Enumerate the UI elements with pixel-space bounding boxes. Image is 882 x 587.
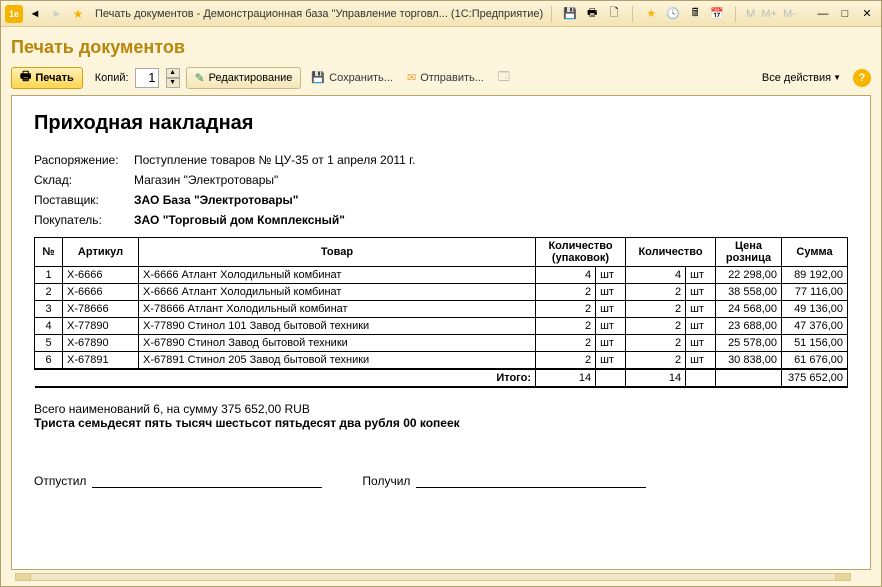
m-minus-button[interactable]: M-: [781, 8, 798, 20]
buyer-label: Покупатель:: [34, 213, 134, 227]
print-button-label: Печать: [35, 72, 73, 84]
print-icon[interactable]: 🖶: [582, 5, 602, 23]
table-row: 5X-67890X-67890 Стинол Завод бытовой тех…: [35, 335, 848, 352]
table-row: 2X-6666X-6666 Атлант Холодильный комбина…: [35, 284, 848, 301]
copies-label: Копий:: [95, 72, 129, 84]
printer-icon: 🖶: [20, 67, 31, 88]
favorite-icon[interactable]: ★: [641, 5, 661, 23]
m-button[interactable]: M: [744, 8, 757, 20]
titlebar: 1e ◄ ► ★ Печать документов - Демонстраци…: [1, 1, 881, 27]
send-link-label: Отправить...: [420, 72, 484, 84]
status-bar: [11, 572, 871, 582]
copies-spinner[interactable]: ▲▼: [166, 68, 180, 88]
save-disk-icon[interactable]: 💾: [560, 5, 580, 23]
order-label: Распоряжение:: [34, 153, 134, 167]
items-table: № Артикул Товар Количество (упаковок) Ко…: [34, 237, 848, 388]
back-button[interactable]: ◄: [25, 5, 45, 23]
buyer-value: ЗАО "Торговый дом Комплексный": [134, 213, 345, 227]
edit-icon: ✎: [195, 71, 205, 85]
chevron-down-icon: ▼: [833, 73, 841, 82]
m-plus-button[interactable]: M+: [759, 8, 779, 20]
document-title: Приходная накладная: [34, 112, 848, 135]
order-value: Поступление товаров № ЦУ-35 от 1 апреля …: [134, 153, 415, 167]
edit-button-label: Редактирование: [209, 72, 293, 84]
supplier-label: Поставщик:: [34, 193, 134, 207]
document-area: Приходная накладная Распоряжение: Поступ…: [11, 95, 871, 570]
calc-icon[interactable]: 🖩: [685, 5, 705, 23]
table-header-row: № Артикул Товар Количество (упаковок) Ко…: [35, 238, 848, 267]
save-link-label: Сохранить...: [329, 72, 393, 84]
help-icon[interactable]: ?: [853, 69, 871, 87]
close-button[interactable]: ✕: [857, 5, 877, 23]
star-icon[interactable]: ★: [69, 5, 87, 23]
all-actions-label: Все действия: [762, 72, 831, 84]
send-link[interactable]: ✉ Отправить...: [403, 69, 488, 86]
copies-input[interactable]: [135, 68, 159, 88]
history-icon[interactable]: 🕓: [663, 5, 683, 23]
print-button[interactable]: 🖶 Печать: [11, 67, 83, 89]
save-icon: 💾: [311, 71, 325, 84]
table-row: 4X-77890X-77890 Стинол 101 Завод бытовой…: [35, 318, 848, 335]
page-title: Печать документов: [11, 37, 871, 58]
options-icon: 🗔: [498, 68, 510, 87]
summary-words: Триста семьдесят пять тысяч шестьсот пят…: [34, 416, 848, 430]
table-row: 3X-78666X-78666 Атлант Холодильный комби…: [35, 301, 848, 318]
summary-line: Всего наименований 6, на сумму 375 652,0…: [34, 402, 848, 416]
supplier-value: ЗАО База "Электротовары": [134, 193, 298, 207]
table-row: 1X-6666X-6666 Атлант Холодильный комбина…: [35, 267, 848, 284]
warehouse-value: Магазин "Электротовары": [134, 173, 278, 187]
sign-out-line: [92, 474, 322, 488]
table-row: 6X-67891X-67891 Стинол 205 Завод бытовой…: [35, 352, 848, 370]
all-actions-dropdown[interactable]: Все действия ▼: [762, 72, 841, 84]
window-title: Печать документов - Демонстрационная баз…: [89, 8, 543, 20]
app-logo-icon: 1e: [5, 5, 23, 23]
save-link[interactable]: 💾 Сохранить...: [307, 69, 397, 86]
options-button[interactable]: 🗔: [494, 66, 514, 89]
calendar-icon[interactable]: 📅: [707, 5, 727, 23]
sign-in-label: Получил: [362, 474, 410, 488]
maximize-button[interactable]: □: [835, 5, 855, 23]
preview-icon[interactable]: 🗋: [604, 5, 624, 23]
toolbar: 🖶 Печать Копий: ▲▼ ✎ Редактирование 💾 Со…: [11, 66, 871, 89]
minimize-button[interactable]: —: [813, 5, 833, 23]
forward-button[interactable]: ►: [47, 5, 67, 23]
sign-in-line: [416, 474, 646, 488]
sign-out-label: Отпустил: [34, 474, 86, 488]
mail-icon: ✉: [407, 71, 416, 84]
horizontal-scrollbar[interactable]: [15, 573, 851, 581]
edit-button[interactable]: ✎ Редактирование: [186, 67, 302, 89]
totals-row: Итого:1414375 652,00: [35, 369, 848, 387]
warehouse-label: Склад:: [34, 173, 134, 187]
